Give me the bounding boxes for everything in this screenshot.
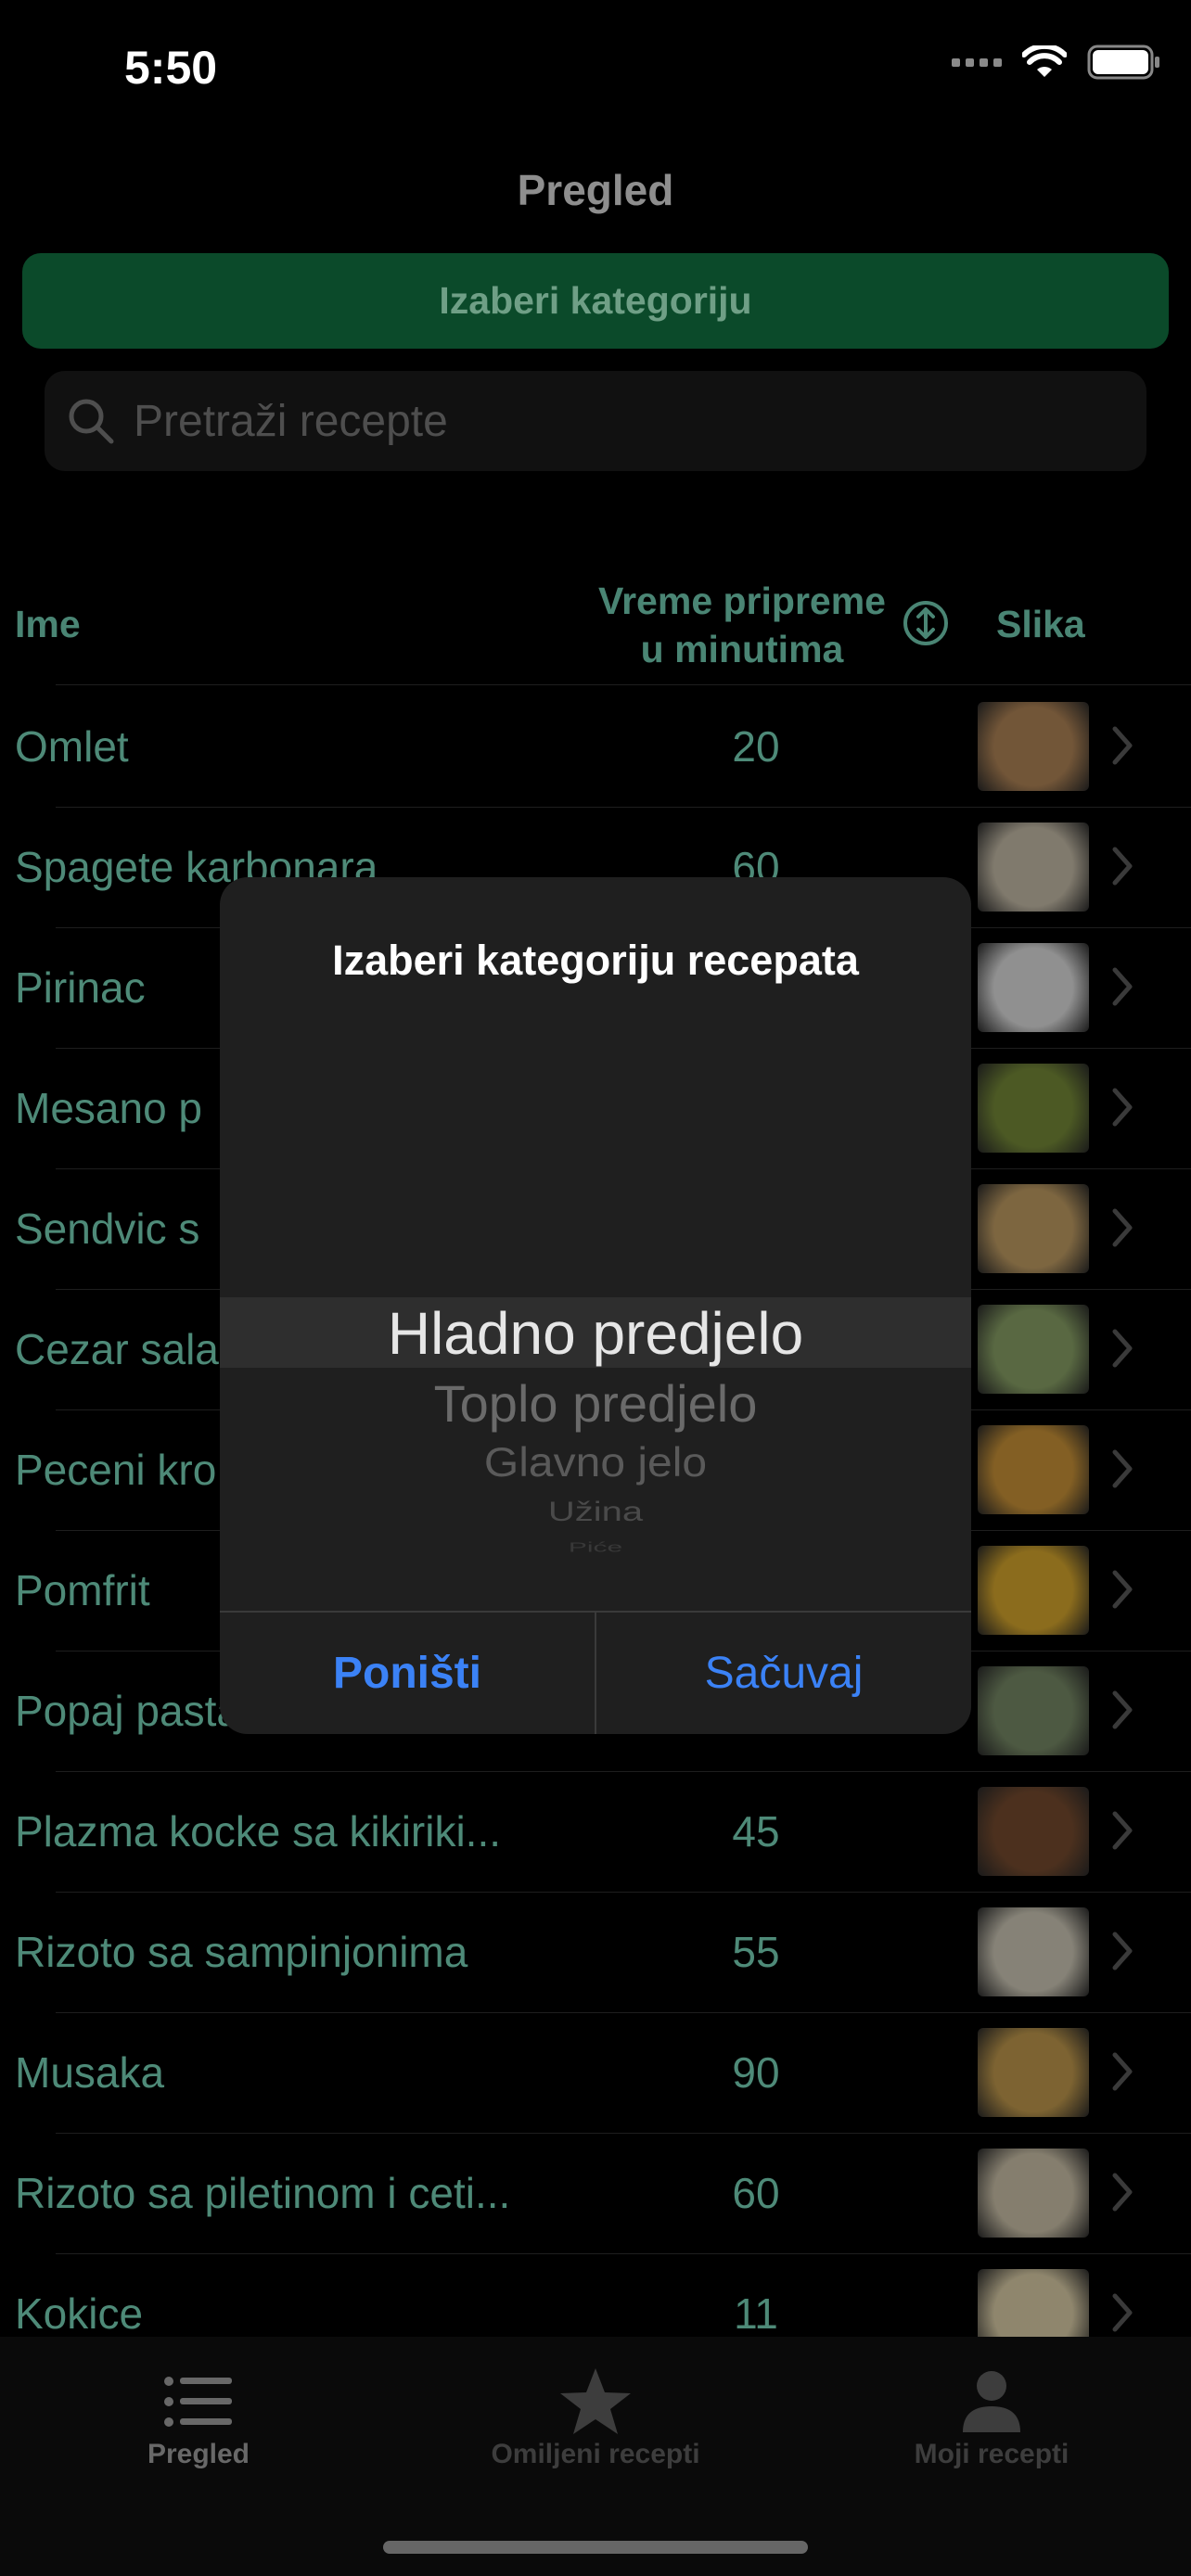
table-row[interactable]: Rizoto sa sampinjonima 55 xyxy=(0,1892,1191,2013)
table-row[interactable]: Musaka 90 xyxy=(0,2012,1191,2134)
recipe-name: Plazma kocke sa kikiriki... xyxy=(15,1807,502,1855)
recipe-name: Musaka xyxy=(15,2048,165,2097)
chevron-right-icon xyxy=(1112,847,1133,886)
search-placeholder: Pretraži recepte xyxy=(134,396,448,446)
picker-option-selected[interactable]: Hladno predjelo xyxy=(220,1299,971,1368)
recipe-prep-minutes: 20 xyxy=(732,722,780,771)
star-icon xyxy=(464,2365,727,2439)
recipe-name: Sendvic s xyxy=(15,1205,200,1253)
search-input[interactable]: Pretraži recepte xyxy=(45,371,1146,471)
plazma-cubes-thumbnail xyxy=(978,1787,1089,1876)
recipe-prep-minutes: 60 xyxy=(732,2169,780,2217)
person-icon xyxy=(876,2365,1108,2439)
cellular-signal-icon xyxy=(952,57,1002,67)
baked-potatoes-thumbnail xyxy=(978,1425,1089,1514)
recipe-prep-minutes: 11 xyxy=(734,2289,778,2338)
column-header-prep-time[interactable]: Vreme pripreme u minutima xyxy=(538,577,946,673)
table-row[interactable]: Rizoto sa piletinom i ceti... 60 xyxy=(0,2133,1191,2254)
chevron-right-icon xyxy=(1112,1932,1133,1970)
mixed-vegetables-thumbnail xyxy=(978,1064,1089,1153)
chevron-right-icon xyxy=(1112,726,1133,765)
recipe-name: Pirinac xyxy=(15,963,146,1012)
status-icons xyxy=(952,45,1161,80)
category-picker-dialog: Izaberi kategoriju recepata Hladno predj… xyxy=(220,877,971,1734)
picker-option[interactable]: Piće xyxy=(220,1540,971,1556)
chevron-right-icon xyxy=(1112,1088,1133,1127)
recipe-name: Peceni kro xyxy=(15,1446,217,1494)
chevron-right-icon xyxy=(1112,1208,1133,1247)
column-header-name[interactable]: Ime xyxy=(15,603,81,646)
status-time: 5:50 xyxy=(124,42,218,94)
recipe-prep-minutes: 55 xyxy=(732,1928,780,1976)
tab-label: Pregled xyxy=(147,2439,250,2469)
search-icon xyxy=(69,399,114,444)
list-icon xyxy=(93,2365,304,2439)
tab-label: Omiljeni recepti xyxy=(491,2439,700,2469)
picker-option[interactable]: Užina xyxy=(220,1497,971,1528)
chevron-right-icon xyxy=(1112,1570,1133,1609)
tab-moji-recepti[interactable]: Moji recepti xyxy=(876,2365,1108,2470)
rice-thumbnail xyxy=(978,943,1089,1032)
battery-icon xyxy=(1087,45,1159,80)
chevron-right-icon xyxy=(1112,2173,1133,2212)
moussaka-thumbnail xyxy=(978,2028,1089,2117)
header-divider xyxy=(56,684,1191,685)
table-row[interactable]: Plazma kocke sa kikiriki... 45 xyxy=(0,1771,1191,1893)
chevron-right-icon xyxy=(1112,2293,1133,2332)
recipe-name: Mesano p xyxy=(15,1084,203,1132)
recipe-name: Popaj pasta xyxy=(15,1687,240,1735)
sort-icon[interactable] xyxy=(902,599,950,652)
recipe-name: Rizoto sa piletinom i ceti... xyxy=(15,2169,511,2217)
chevron-right-icon xyxy=(1112,2052,1133,2091)
chevron-right-icon xyxy=(1112,1449,1133,1488)
omelette-thumbnail xyxy=(978,702,1089,791)
fries-thumbnail xyxy=(978,1546,1089,1635)
prep-time-line2: u minutima xyxy=(640,628,844,670)
chicken-risotto-thumbnail xyxy=(978,2149,1089,2238)
cancel-button[interactable]: Poništi xyxy=(220,1613,595,1734)
prep-time-line1: Vreme pripreme xyxy=(598,580,886,622)
wifi-icon xyxy=(1022,45,1067,77)
column-header-image: Slika xyxy=(996,603,1085,645)
tab-omiljeni-recepti[interactable]: Omiljeni recepti xyxy=(464,2365,727,2470)
choose-category-button[interactable]: Izaberi kategoriju xyxy=(22,253,1169,349)
recipe-name: Omlet xyxy=(15,722,129,771)
recipe-name: Kokice xyxy=(15,2289,144,2338)
tab-pregled[interactable]: Pregled xyxy=(93,2365,304,2470)
home-indicator xyxy=(383,2541,808,2554)
page-title: Pregled xyxy=(517,166,674,214)
save-button[interactable]: Sačuvaj xyxy=(596,1613,971,1734)
picker-option[interactable]: Toplo predjelo xyxy=(220,1373,971,1434)
sandwich-thumbnail xyxy=(978,1184,1089,1273)
carbonara-thumbnail xyxy=(978,823,1089,912)
recipe-name: Cezar sala xyxy=(15,1325,219,1373)
mushroom-risotto-thumbnail xyxy=(978,1907,1089,1996)
caesar-salad-thumbnail xyxy=(978,1305,1089,1394)
dialog-title: Izaberi kategoriju recepata xyxy=(332,937,859,984)
chevron-right-icon xyxy=(1112,1690,1133,1729)
recipe-name: Rizoto sa sampinjonima xyxy=(15,1928,468,1976)
recipe-name: Pomfrit xyxy=(15,1566,150,1614)
picker-option[interactable]: Glavno jelo xyxy=(220,1439,971,1486)
chevron-right-icon xyxy=(1112,1811,1133,1850)
recipe-prep-minutes: 45 xyxy=(732,1807,780,1855)
chevron-right-icon xyxy=(1112,967,1133,1006)
chevron-right-icon xyxy=(1112,1329,1133,1368)
pasta-thumbnail xyxy=(978,1666,1089,1755)
table-row[interactable]: Omlet 20 xyxy=(0,686,1191,808)
tab-label: Moji recepti xyxy=(914,2439,1069,2469)
recipe-prep-minutes: 90 xyxy=(732,2048,780,2097)
